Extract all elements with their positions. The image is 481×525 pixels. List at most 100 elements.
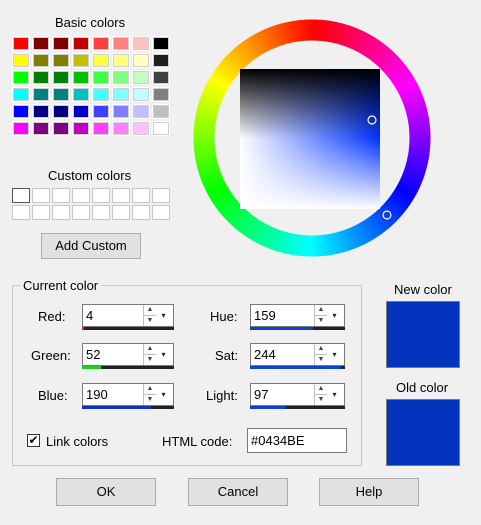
- custom-color-swatch[interactable]: [32, 205, 50, 220]
- basic-color-swatch[interactable]: [112, 121, 130, 136]
- red-field[interactable]: 4 ▲ ▼ ▾: [82, 304, 174, 327]
- sat-spinner[interactable]: ▲ ▼: [314, 344, 327, 365]
- custom-color-swatch[interactable]: [52, 188, 70, 203]
- basic-color-swatch[interactable]: [72, 36, 90, 51]
- spin-down-icon[interactable]: ▼: [315, 315, 327, 326]
- dropdown-arrow-icon[interactable]: ▾: [157, 384, 170, 405]
- basic-color-swatch[interactable]: [72, 53, 90, 68]
- basic-color-swatch[interactable]: [152, 87, 170, 102]
- custom-color-swatch[interactable]: [112, 188, 130, 203]
- cancel-button[interactable]: Cancel: [188, 478, 288, 506]
- red-spinner[interactable]: ▲ ▼: [143, 305, 156, 326]
- basic-color-swatch[interactable]: [12, 70, 30, 85]
- basic-color-swatch[interactable]: [132, 121, 150, 136]
- basic-color-swatch[interactable]: [12, 121, 30, 136]
- basic-color-swatch[interactable]: [152, 70, 170, 85]
- dropdown-arrow-icon[interactable]: ▾: [328, 305, 341, 326]
- spin-up-icon[interactable]: ▲: [315, 344, 327, 354]
- basic-color-swatch[interactable]: [12, 36, 30, 51]
- basic-color-swatch[interactable]: [92, 70, 110, 85]
- basic-color-swatch[interactable]: [112, 104, 130, 119]
- hue-spinner[interactable]: ▲ ▼: [314, 305, 327, 326]
- basic-color-swatch[interactable]: [12, 87, 30, 102]
- basic-color-swatch[interactable]: [152, 121, 170, 136]
- custom-color-swatch[interactable]: [92, 188, 110, 203]
- basic-color-swatch[interactable]: [152, 53, 170, 68]
- basic-color-swatch[interactable]: [92, 87, 110, 102]
- spin-down-icon[interactable]: ▼: [144, 394, 156, 405]
- basic-color-swatch[interactable]: [72, 104, 90, 119]
- spin-down-icon[interactable]: ▼: [144, 315, 156, 326]
- html-code-input[interactable]: #0434BE: [247, 428, 347, 453]
- custom-color-swatch[interactable]: [52, 205, 70, 220]
- basic-color-swatch[interactable]: [52, 121, 70, 136]
- custom-color-swatch[interactable]: [152, 188, 170, 203]
- spin-down-icon[interactable]: ▼: [144, 354, 156, 365]
- basic-color-swatch[interactable]: [132, 87, 150, 102]
- custom-color-swatch[interactable]: [132, 188, 150, 203]
- custom-color-swatch[interactable]: [72, 205, 90, 220]
- basic-color-swatch[interactable]: [52, 70, 70, 85]
- dropdown-arrow-icon[interactable]: ▾: [328, 384, 341, 405]
- ok-button[interactable]: OK: [56, 478, 156, 506]
- basic-color-swatch[interactable]: [132, 36, 150, 51]
- basic-color-swatch[interactable]: [12, 104, 30, 119]
- spin-up-icon[interactable]: ▲: [144, 384, 156, 394]
- basic-color-swatch[interactable]: [112, 36, 130, 51]
- basic-color-swatch[interactable]: [32, 87, 50, 102]
- spin-up-icon[interactable]: ▲: [315, 384, 327, 394]
- spin-down-icon[interactable]: ▼: [315, 394, 327, 405]
- basic-color-swatch[interactable]: [112, 53, 130, 68]
- help-button[interactable]: Help: [319, 478, 419, 506]
- basic-color-swatch[interactable]: [112, 70, 130, 85]
- blue-field[interactable]: 190 ▲ ▼ ▾: [82, 383, 174, 406]
- basic-color-swatch[interactable]: [72, 121, 90, 136]
- sat-field[interactable]: 244 ▲ ▼ ▾: [250, 343, 345, 366]
- spin-down-icon[interactable]: ▼: [315, 354, 327, 365]
- spin-up-icon[interactable]: ▲: [144, 344, 156, 354]
- basic-color-swatch[interactable]: [92, 121, 110, 136]
- basic-color-swatch[interactable]: [112, 87, 130, 102]
- custom-color-swatch[interactable]: [132, 205, 150, 220]
- add-custom-button[interactable]: Add Custom: [41, 233, 141, 259]
- spin-up-icon[interactable]: ▲: [315, 305, 327, 315]
- basic-color-swatch[interactable]: [92, 36, 110, 51]
- basic-color-swatch[interactable]: [72, 70, 90, 85]
- light-field[interactable]: 97 ▲ ▼ ▾: [250, 383, 345, 406]
- basic-color-swatch[interactable]: [52, 53, 70, 68]
- basic-color-swatch[interactable]: [152, 36, 170, 51]
- green-field[interactable]: 52 ▲ ▼ ▾: [82, 343, 174, 366]
- custom-color-swatch[interactable]: [72, 188, 90, 203]
- basic-color-swatch[interactable]: [32, 121, 50, 136]
- custom-color-swatch[interactable]: [92, 205, 110, 220]
- basic-color-swatch[interactable]: [92, 104, 110, 119]
- basic-color-swatch[interactable]: [152, 104, 170, 119]
- green-spinner[interactable]: ▲ ▼: [143, 344, 156, 365]
- dropdown-arrow-icon[interactable]: ▾: [328, 344, 341, 365]
- dropdown-arrow-icon[interactable]: ▾: [157, 305, 170, 326]
- spin-up-icon[interactable]: ▲: [144, 305, 156, 315]
- basic-color-swatch[interactable]: [32, 53, 50, 68]
- custom-color-swatch[interactable]: [112, 205, 130, 220]
- custom-color-swatch[interactable]: [12, 205, 30, 220]
- old-color-swatch[interactable]: [386, 399, 460, 466]
- basic-color-swatch[interactable]: [132, 70, 150, 85]
- dropdown-arrow-icon[interactable]: ▾: [157, 344, 170, 365]
- basic-color-swatch[interactable]: [52, 87, 70, 102]
- basic-color-swatch[interactable]: [12, 53, 30, 68]
- basic-color-swatch[interactable]: [52, 104, 70, 119]
- blue-spinner[interactable]: ▲ ▼: [143, 384, 156, 405]
- custom-color-swatch[interactable]: [152, 205, 170, 220]
- basic-color-swatch[interactable]: [52, 36, 70, 51]
- custom-color-swatch[interactable]: [12, 188, 30, 203]
- custom-color-swatch[interactable]: [32, 188, 50, 203]
- basic-color-swatch[interactable]: [32, 104, 50, 119]
- basic-color-swatch[interactable]: [92, 53, 110, 68]
- basic-color-swatch[interactable]: [132, 104, 150, 119]
- basic-color-swatch[interactable]: [32, 36, 50, 51]
- color-wheel[interactable]: [190, 16, 434, 260]
- basic-color-swatch[interactable]: [132, 53, 150, 68]
- light-spinner[interactable]: ▲ ▼: [314, 384, 327, 405]
- basic-color-swatch[interactable]: [32, 70, 50, 85]
- link-colors-checkbox[interactable]: ✔: [27, 434, 40, 447]
